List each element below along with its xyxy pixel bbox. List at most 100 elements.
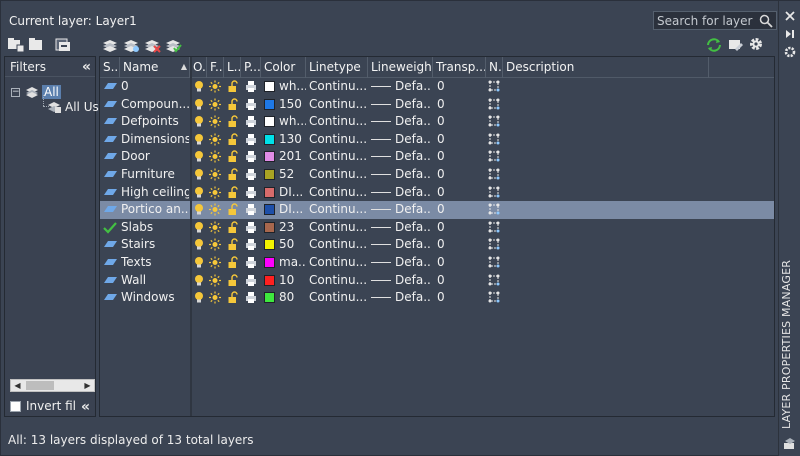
tree-collapse-icon[interactable]: − <box>11 87 20 97</box>
new-vp-freeze-icon[interactable] <box>488 238 500 251</box>
plot-printer-icon[interactable] <box>245 186 257 199</box>
color-swatch[interactable] <box>264 186 275 198</box>
layer-linetype[interactable]: Continu... <box>309 113 367 131</box>
unlocked-icon[interactable] <box>227 291 239 304</box>
layer-transparency[interactable]: 0 <box>437 201 485 219</box>
scrollbar-thumb[interactable] <box>26 381 54 390</box>
filters-horizontal-scrollbar[interactable]: ◀ ▶ <box>10 379 95 392</box>
plot-printer-icon[interactable] <box>245 168 257 181</box>
scroll-left-icon[interactable]: ◀ <box>11 380 24 391</box>
color-swatch[interactable] <box>264 81 275 92</box>
color-swatch[interactable] <box>264 169 275 180</box>
layer-row[interactable]: Texts ma...Continu... Defa... 0 <box>100 254 774 272</box>
new-vp-freeze-icon[interactable] <box>488 115 500 128</box>
on-bulb-icon[interactable] <box>193 186 205 199</box>
new-vp-freeze-icon[interactable] <box>488 274 500 287</box>
new-layer-icon[interactable] <box>101 37 119 53</box>
layer-states-manager-icon[interactable] <box>54 37 72 53</box>
color-swatch[interactable] <box>264 204 275 216</box>
layer-row[interactable]: Windows 80 Continu... Defa... 0 <box>100 289 774 307</box>
layer-row[interactable]: Door 201 Continu... Defa... 0 <box>100 148 774 166</box>
layer-row[interactable]: Wall 10 Continu... Defa... 0 <box>100 272 774 290</box>
layer-linetype[interactable]: Continu... <box>309 166 367 184</box>
layer-transparency[interactable]: 0 <box>437 236 485 254</box>
new-vp-freeze-icon[interactable] <box>488 80 500 93</box>
layer-transparency[interactable]: 0 <box>437 184 485 202</box>
color-swatch[interactable] <box>264 116 275 128</box>
layer-lineweight[interactable]: Defa... <box>395 113 432 131</box>
collapse-tree-icon[interactable]: « <box>81 399 90 415</box>
column-header-color[interactable]: Color <box>261 57 306 78</box>
thaw-sun-icon[interactable] <box>209 98 221 111</box>
layer-lineweight[interactable]: Defa... <box>395 148 432 166</box>
new-group-filter-icon[interactable] <box>28 37 46 53</box>
new-vp-freeze-icon[interactable] <box>488 221 500 234</box>
layer-color-name[interactable]: 23 <box>279 219 306 237</box>
layer-transparency[interactable]: 0 <box>437 272 485 290</box>
column-header-lineweight[interactable]: Lineweight <box>368 57 433 78</box>
layer-translator-icon[interactable] <box>726 37 744 53</box>
layer-row[interactable]: Slabs 23 Continu... Defa... 0 <box>100 219 774 237</box>
unlocked-icon[interactable] <box>227 238 239 251</box>
plot-printer-icon[interactable] <box>245 98 257 111</box>
thaw-sun-icon[interactable] <box>209 274 221 287</box>
layer-color-name[interactable]: ma... <box>279 254 306 272</box>
unlocked-icon[interactable] <box>227 168 239 181</box>
thaw-sun-icon[interactable] <box>209 80 221 93</box>
on-bulb-icon[interactable] <box>193 133 205 146</box>
layer-transparency[interactable]: 0 <box>437 96 485 114</box>
layer-transparency[interactable]: 0 <box>437 219 485 237</box>
layer-color-name[interactable]: 150 <box>279 96 306 114</box>
new-vp-freeze-icon[interactable] <box>488 98 500 111</box>
column-header-name[interactable]: Name ▲ <box>120 57 190 78</box>
search-input[interactable] <box>654 12 756 29</box>
layer-row[interactable]: Furniture 52 Continu... Defa... 0 <box>100 166 774 184</box>
layer-color-name[interactable]: 10 <box>279 272 306 290</box>
column-header-freeze[interactable]: F... <box>207 57 224 78</box>
delete-layer-icon[interactable] <box>143 37 161 53</box>
new-property-filter-icon[interactable] <box>7 37 25 53</box>
on-bulb-icon[interactable] <box>193 221 205 234</box>
layer-color-name[interactable]: wh... <box>279 113 306 131</box>
layer-transparency[interactable]: 0 <box>437 148 485 166</box>
unlocked-icon[interactable] <box>227 133 239 146</box>
layer-linetype[interactable]: Continu... <box>309 78 367 96</box>
layer-name[interactable]: Door <box>121 148 189 166</box>
color-swatch[interactable] <box>264 151 275 163</box>
plot-printer-icon[interactable] <box>245 238 257 251</box>
on-bulb-icon[interactable] <box>193 150 205 163</box>
column-header-on[interactable]: O... <box>190 57 207 78</box>
on-bulb-icon[interactable] <box>193 115 205 128</box>
layer-lineweight[interactable]: Defa... <box>395 201 432 219</box>
unlocked-icon[interactable] <box>227 150 239 163</box>
thaw-sun-icon[interactable] <box>209 150 221 163</box>
on-bulb-icon[interactable] <box>193 203 205 216</box>
layer-linetype[interactable]: Continu... <box>309 148 367 166</box>
layer-name[interactable]: High ceiling <box>121 184 189 202</box>
color-swatch[interactable] <box>264 133 275 145</box>
plot-printer-icon[interactable] <box>245 133 257 146</box>
new-vp-freeze-icon[interactable] <box>488 203 500 216</box>
layer-linetype[interactable]: Continu... <box>309 201 367 219</box>
column-header-new-vp-freeze[interactable]: N... <box>486 57 503 78</box>
thaw-sun-icon[interactable] <box>209 291 221 304</box>
new-layer-vp-frozen-icon[interactable] <box>122 37 140 53</box>
column-header-transparency[interactable]: Transp... <box>433 57 486 78</box>
tree-node-all-label[interactable]: All <box>42 85 61 99</box>
layer-row[interactable]: Defpoints wh... Continu... Defa... 0 <box>100 113 774 131</box>
layer-transparency[interactable]: 0 <box>437 131 485 149</box>
layer-lineweight[interactable]: Defa... <box>395 272 432 290</box>
layer-color-name[interactable]: 52 <box>279 166 306 184</box>
layer-color-name[interactable]: 50 <box>279 236 306 254</box>
new-vp-freeze-icon[interactable] <box>488 168 500 181</box>
layer-row[interactable]: Stairs 50 Continu... Defa... 0 <box>100 236 774 254</box>
on-bulb-icon[interactable] <box>193 291 205 304</box>
refresh-icon[interactable] <box>705 37 723 53</box>
new-vp-freeze-icon[interactable] <box>488 150 500 163</box>
plot-printer-icon[interactable] <box>245 115 257 128</box>
new-vp-freeze-icon[interactable] <box>488 133 500 146</box>
layer-linetype[interactable]: Continu... <box>309 96 367 114</box>
layer-linetype[interactable]: Continu... <box>309 289 367 307</box>
thaw-sun-icon[interactable] <box>209 256 221 269</box>
on-bulb-icon[interactable] <box>193 98 205 111</box>
